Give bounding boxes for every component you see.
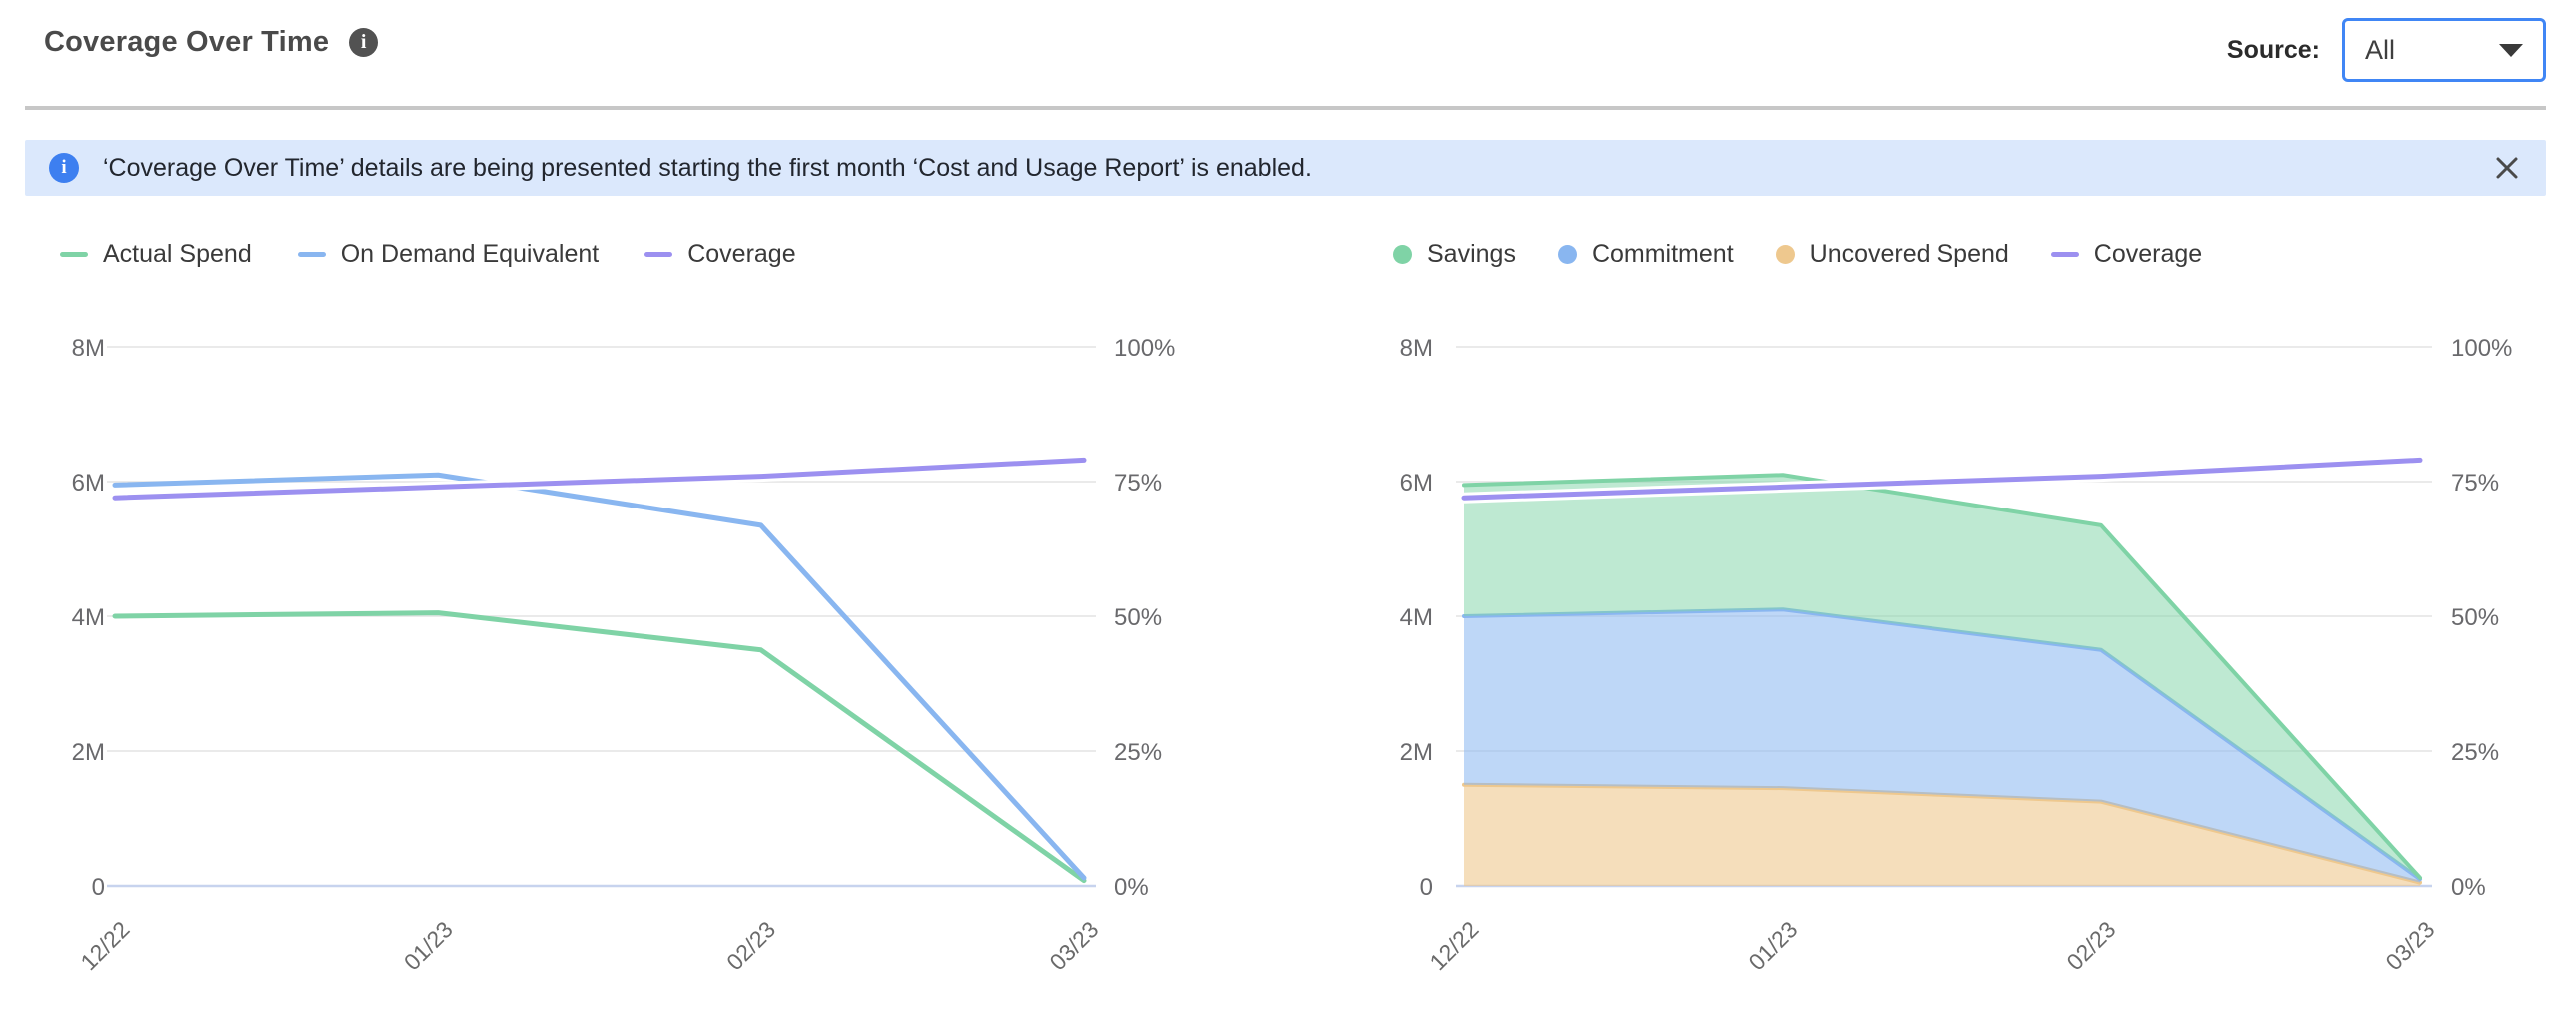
legend-item-commitment[interactable]: Commitment bbox=[1558, 240, 1734, 269]
y-axis-right-tick: 0% bbox=[2451, 874, 2486, 901]
legend-label: On Demand Equivalent bbox=[341, 240, 599, 269]
savings-swatch bbox=[1393, 245, 1412, 264]
right-chart-plot[interactable]: 8M 100% 6M 75% 4M 50% 2M 25% 0 0% 12/22 01/23 02/23 0… bbox=[1379, 276, 2576, 1015]
source-select-value: All bbox=[2365, 35, 2395, 66]
uncovered-spend-swatch bbox=[1776, 245, 1795, 264]
legend-item-actual-spend[interactable]: Actual Spend bbox=[60, 240, 252, 269]
coverage-swatch bbox=[2051, 252, 2079, 257]
y-axis-left-tick: 2M bbox=[1400, 739, 1433, 766]
y-axis-left-tick: 0 bbox=[1420, 874, 1433, 901]
close-icon[interactable] bbox=[2492, 153, 2522, 183]
legend-label: Commitment bbox=[1592, 240, 1734, 269]
info-banner: i ‘Coverage Over Time’ details are being… bbox=[25, 140, 2546, 196]
y-axis-left-tick: 0 bbox=[92, 874, 105, 901]
x-axis-tick: 01/23 bbox=[1743, 916, 1802, 975]
y-axis-left-tick: 8M bbox=[1400, 335, 1433, 362]
source-select[interactable]: All bbox=[2342, 18, 2546, 82]
series-line-actual-spend bbox=[115, 613, 1084, 881]
legend-item-coverage[interactable]: Coverage bbox=[2051, 240, 2202, 269]
y-axis-left-tick: 2M bbox=[72, 739, 105, 766]
legend-label: Actual Spend bbox=[103, 240, 252, 269]
y-axis-right-tick: 0% bbox=[1114, 874, 1149, 901]
x-axis-tick: 03/23 bbox=[1044, 916, 1103, 975]
page-title: Coverage Over Time bbox=[44, 26, 329, 59]
y-axis-left-tick: 6M bbox=[72, 470, 105, 497]
x-axis-tick: 12/22 bbox=[75, 916, 134, 975]
y-axis-right-tick: 75% bbox=[2451, 470, 2499, 497]
y-axis-left-tick: 4M bbox=[1400, 604, 1433, 631]
legend-item-on-demand-equivalent[interactable]: On Demand Equivalent bbox=[298, 240, 599, 269]
legend-item-savings[interactable]: Savings bbox=[1393, 240, 1516, 269]
y-axis-left-tick: 6M bbox=[1400, 470, 1433, 497]
x-axis-tick: 02/23 bbox=[2061, 916, 2120, 975]
legend-label: Coverage bbox=[2094, 240, 2202, 269]
info-icon[interactable]: i bbox=[349, 28, 378, 57]
x-axis-tick: 12/22 bbox=[1424, 916, 1483, 975]
commitment-swatch bbox=[1558, 245, 1577, 264]
series-line-on-demand-equivalent bbox=[115, 475, 1084, 878]
legend-left: Actual Spend On Demand Equivalent Coverage bbox=[30, 232, 1269, 276]
y-axis-right-tick: 75% bbox=[1114, 470, 1162, 497]
legend-item-uncovered-spend[interactable]: Uncovered Spend bbox=[1776, 240, 2009, 269]
chart-left: Actual Spend On Demand Equivalent Coverage… bbox=[30, 232, 1269, 1015]
chart-right: Savings Commitment Uncovered Spend Coverage… bbox=[1379, 232, 2576, 1015]
on-demand-equivalent-swatch bbox=[298, 252, 326, 257]
y-axis-left-tick: 8M bbox=[72, 335, 105, 362]
source-label: Source: bbox=[2227, 36, 2320, 65]
y-axis-right-tick: 50% bbox=[2451, 604, 2499, 631]
legend-right: Savings Commitment Uncovered Spend Coverage bbox=[1379, 232, 2576, 276]
coverage-swatch bbox=[644, 252, 672, 257]
y-axis-right-tick: 100% bbox=[1114, 335, 1175, 362]
header: Coverage Over Time i bbox=[44, 26, 378, 59]
actual-spend-swatch bbox=[60, 252, 88, 257]
y-axis-right-tick: 100% bbox=[2451, 335, 2512, 362]
y-axis-right-tick: 50% bbox=[1114, 604, 1162, 631]
banner-text: ‘Coverage Over Time’ details are being p… bbox=[103, 154, 2468, 183]
x-axis-tick: 01/23 bbox=[399, 916, 458, 975]
x-axis-tick: 02/23 bbox=[721, 916, 780, 975]
y-axis-right-tick: 25% bbox=[1114, 739, 1162, 766]
banner-info-icon: i bbox=[49, 153, 79, 183]
legend-item-coverage[interactable]: Coverage bbox=[644, 240, 795, 269]
chevron-down-icon bbox=[2499, 44, 2523, 57]
legend-label: Coverage bbox=[687, 240, 795, 269]
y-axis-left-tick: 4M bbox=[72, 604, 105, 631]
coverage-over-time-widget: Coverage Over Time i Source: All i ‘Cove… bbox=[0, 0, 2576, 1015]
source-control: Source: All bbox=[2227, 18, 2546, 82]
legend-label: Uncovered Spend bbox=[1810, 240, 2009, 269]
x-axis-tick: 03/23 bbox=[2380, 916, 2439, 975]
left-chart-plot[interactable]: 8M 100% 6M 75% 4M 50% 2M 25% 0 0% 12/22 01/23 02/23 0… bbox=[30, 276, 1269, 1015]
y-axis-right-tick: 25% bbox=[2451, 739, 2499, 766]
header-divider bbox=[25, 106, 2546, 110]
legend-label: Savings bbox=[1427, 240, 1516, 269]
